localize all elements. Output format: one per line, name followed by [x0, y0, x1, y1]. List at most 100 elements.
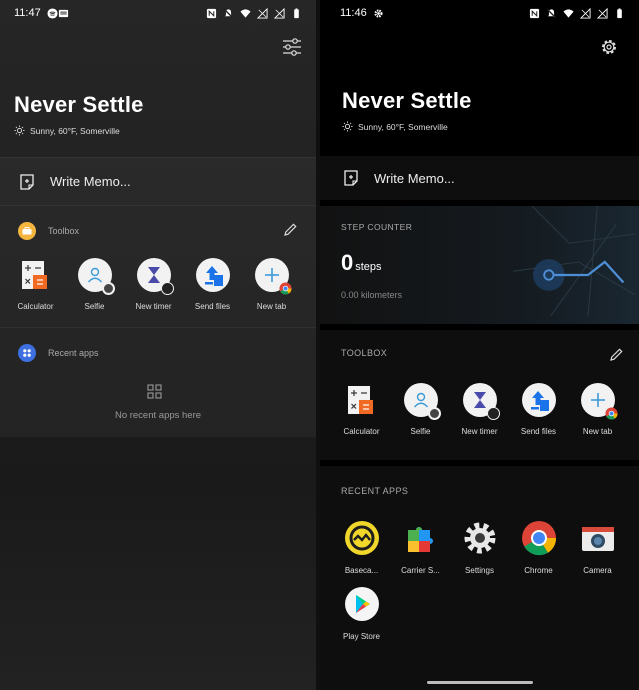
toolbox-title: TOOLBOX [341, 348, 388, 358]
tool-selfie[interactable]: Selfie [391, 383, 450, 436]
signal-icon [580, 7, 591, 19]
empty-recent-text: No recent apps here [114, 410, 202, 421]
toolbox-icon [18, 222, 36, 240]
tool-label: Calculator [343, 427, 380, 436]
weather-info: Sunny, 60°F, Somerville [14, 125, 120, 136]
tool-label: New timer [135, 302, 172, 311]
tool-send-files[interactable]: Send files [509, 383, 568, 436]
app-chrome[interactable]: Chrome [509, 520, 568, 575]
right-screen: 11:46 Never Settle Sunny, 60°F, Somervil… [320, 0, 639, 690]
camera-badge-icon [427, 407, 441, 420]
send-files-icon [521, 383, 556, 417]
navigation-handle[interactable] [427, 681, 533, 684]
step-count: 0 steps [341, 250, 382, 276]
clock-badge-icon [160, 282, 174, 295]
send-files-icon [195, 258, 230, 292]
write-memo-label: Write Memo... [50, 174, 131, 189]
selfie-icon [403, 383, 441, 420]
tool-label: Calculator [17, 302, 54, 311]
map-route-graphic [513, 206, 635, 316]
recent-apps-card: RECENT APPS Baseca... Carrier S... Setti… [320, 460, 639, 690]
carrier-services-icon [407, 527, 433, 552]
distance-text: 0.00 kilometers [341, 290, 403, 300]
battery-icon [617, 7, 622, 18]
tool-label: New tab [256, 302, 287, 311]
status-time: 11:46 [340, 7, 367, 19]
toolbox-header: Toolbox [18, 222, 79, 240]
play-store-icon [344, 587, 379, 621]
tool-calculator[interactable]: Calculator [6, 258, 65, 311]
write-memo-card[interactable]: Write Memo... [320, 150, 639, 200]
signal-icon [274, 7, 285, 19]
weather-text: Sunny, 60°F, Somerville [358, 121, 448, 132]
app-label: Carrier S... [401, 566, 440, 575]
tool-label: Selfie [84, 302, 105, 311]
app-play-store[interactable]: Play Store [332, 586, 391, 641]
calculator-icon [345, 383, 379, 417]
toolbox-card: TOOLBOX Calculator Selfie New timer Send… [320, 324, 639, 460]
tool-new-timer[interactable]: New timer [124, 258, 183, 311]
left-screen: 11:47 Never Settle Sunny, 60°F, Somervil… [0, 0, 316, 690]
basecamp-icon [344, 521, 379, 555]
app-settings[interactable]: Settings [450, 520, 509, 575]
selfie-icon [77, 258, 115, 295]
write-memo-card[interactable]: Write Memo... [0, 157, 316, 205]
weather-info: Sunny, 60°F, Somerville [342, 121, 448, 132]
edit-pencil-icon[interactable] [609, 347, 624, 362]
signal-icon [597, 7, 608, 19]
write-memo-label: Write Memo... [374, 170, 455, 186]
status-bar: 11:47 [0, 0, 316, 26]
chrome-badge-icon [278, 282, 292, 295]
mute-icon [223, 8, 234, 18]
weather-text: Sunny, 60°F, Somerville [30, 125, 120, 136]
timer-icon [136, 258, 174, 295]
battery-icon [294, 7, 299, 18]
sliders-icon[interactable] [282, 38, 302, 56]
app-label: Play Store [343, 632, 380, 641]
page-title: Never Settle [14, 92, 144, 117]
toolbox-items: Calculator Selfie New timer Send files N… [6, 258, 301, 311]
camera-badge-icon [101, 282, 115, 295]
recent-apps-title: RECENT APPS [341, 486, 409, 496]
tool-new-tab[interactable]: New tab [242, 258, 301, 311]
sun-icon [14, 125, 25, 136]
tool-label: Selfie [410, 427, 431, 436]
apps-grid-icon [18, 344, 36, 362]
step-counter-card[interactable]: STEP COUNTER 0 steps 0.00 kilometers [320, 200, 639, 324]
tool-send-files[interactable]: Send files [183, 258, 242, 311]
memo-icon [20, 173, 34, 190]
mute-icon [546, 8, 557, 18]
app-camera[interactable]: Camera [568, 520, 627, 575]
app-basecamp[interactable]: Baseca... [332, 520, 391, 575]
camera-icon [581, 527, 614, 551]
chrome-icon [521, 521, 556, 556]
app-label: Settings [465, 566, 494, 575]
spotify-icon [47, 7, 58, 19]
tool-selfie[interactable]: Selfie [65, 258, 124, 311]
edit-pencil-icon[interactable] [283, 222, 298, 237]
calculator-icon [19, 258, 53, 292]
signal-icon [257, 7, 268, 19]
app-carrier-services[interactable]: Carrier S... [391, 520, 450, 575]
wifi-icon [563, 8, 574, 18]
tool-new-timer[interactable]: New timer [450, 383, 509, 436]
empty-grid-icon [147, 384, 162, 399]
status-time: 11:47 [14, 7, 41, 19]
memo-icon [344, 170, 358, 186]
mail-icon [58, 9, 68, 17]
recent-apps-card: Recent apps No recent apps here [0, 327, 316, 437]
step-count-unit: steps [355, 261, 382, 273]
tool-new-tab[interactable]: New tab [568, 383, 627, 436]
gear-icon[interactable] [600, 38, 618, 56]
toolbox-title: Toolbox [48, 226, 80, 236]
recent-apps-title: Recent apps [48, 348, 99, 358]
status-bar: 11:46 [320, 0, 639, 26]
tool-calculator[interactable]: Calculator [332, 383, 391, 436]
new-tab-icon [580, 383, 618, 420]
new-tab-icon [254, 258, 292, 295]
nfc-icon [529, 8, 540, 18]
toolbox-items: Calculator Selfie New timer Send files N… [332, 383, 627, 436]
tool-label: Send files [194, 302, 231, 311]
wifi-icon [240, 8, 251, 18]
tool-label: New timer [461, 427, 498, 436]
